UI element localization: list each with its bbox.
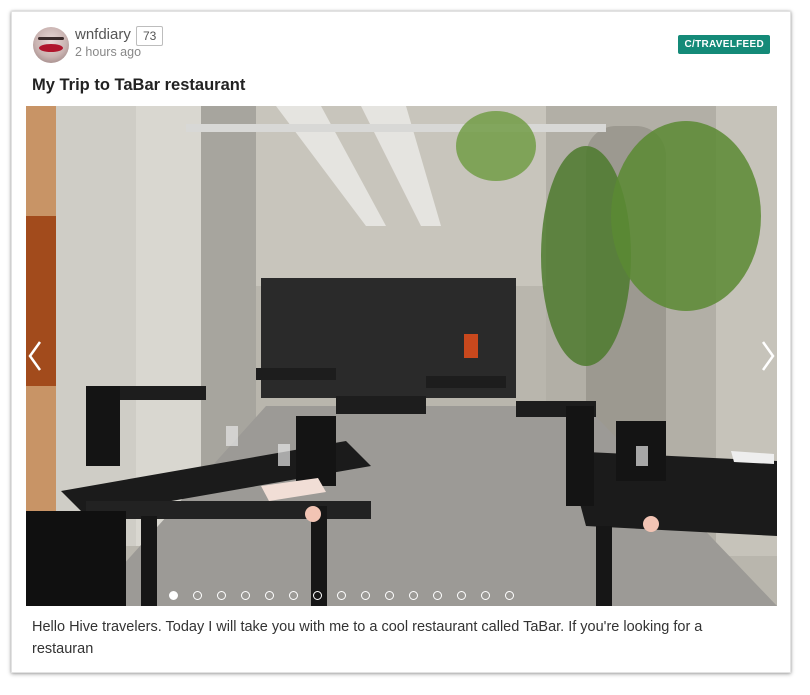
post-title[interactable]: My Trip to TaBar restaurant	[32, 76, 245, 95]
carousel-dot[interactable]	[385, 591, 394, 600]
carousel-dot[interactable]	[361, 591, 370, 600]
author-avatar[interactable]	[33, 27, 69, 63]
next-slide-button[interactable]	[757, 336, 777, 376]
restaurant-photo	[26, 106, 777, 606]
reputation-badge: 73	[136, 26, 164, 46]
carousel-indicators	[26, 591, 777, 600]
carousel-dot[interactable]	[433, 591, 442, 600]
carousel-dot[interactable]	[481, 591, 490, 600]
avatar-eyes	[38, 37, 64, 40]
community-badge[interactable]: C/TRAVELFEED	[678, 35, 770, 54]
previous-slide-button[interactable]	[26, 336, 46, 376]
post-time[interactable]: 2 hours ago	[75, 45, 141, 59]
carousel-dot[interactable]	[217, 591, 226, 600]
post-excerpt[interactable]: Hello Hive travelers. Today I will take …	[32, 616, 762, 660]
carousel-dot[interactable]	[313, 591, 322, 600]
chevron-left-icon	[28, 341, 42, 371]
chevron-right-icon	[761, 341, 775, 371]
image-carousel[interactable]	[26, 106, 777, 606]
carousel-dot[interactable]	[457, 591, 466, 600]
carousel-dot[interactable]	[265, 591, 274, 600]
carousel-dot[interactable]	[505, 591, 514, 600]
carousel-dot[interactable]	[289, 591, 298, 600]
carousel-dot[interactable]	[241, 591, 250, 600]
carousel-dot[interactable]	[193, 591, 202, 600]
avatar-lips	[39, 44, 63, 52]
carousel-dot[interactable]	[337, 591, 346, 600]
carousel-dot[interactable]	[169, 591, 178, 600]
post-card[interactable]: wnfdiary 73 2 hours ago C/TRAVELFEED My …	[11, 11, 791, 673]
carousel-dot[interactable]	[409, 591, 418, 600]
author-name[interactable]: wnfdiary	[75, 26, 131, 43]
